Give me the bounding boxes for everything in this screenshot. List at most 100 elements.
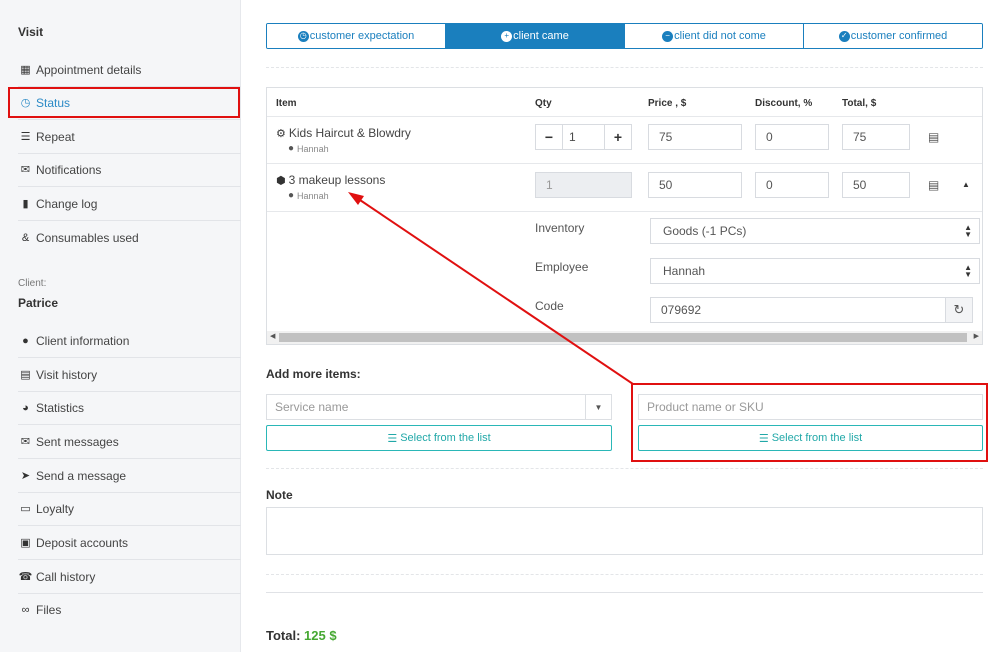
credit-card-icon: ▭ xyxy=(20,503,31,515)
status-tab-client-came[interactable]: + client came xyxy=(445,24,624,48)
item-name-text: 3 makeup lessons xyxy=(288,173,386,187)
price-input[interactable]: 50 xyxy=(648,172,742,198)
status-tab-customer-confirmed[interactable]: ✓ customer confirmed xyxy=(803,24,982,48)
inventory-label: Inventory xyxy=(535,221,585,235)
increment-button[interactable]: + xyxy=(605,125,631,149)
status-tab-label: customer confirmed xyxy=(850,30,948,42)
total-input[interactable]: 50 xyxy=(842,172,910,198)
item-name: ⬢ 3 makeup lessons xyxy=(276,173,385,187)
user-icon: ● xyxy=(288,190,295,201)
discount-input[interactable]: 0 xyxy=(755,124,829,150)
refresh-icon: ↻ xyxy=(953,302,965,317)
pie-chart-icon: ◕ xyxy=(22,401,29,414)
sidebar-item-files[interactable]: ∞ Files xyxy=(18,593,241,627)
select-service-from-list-button[interactable]: ☰ Select from the list xyxy=(266,425,612,451)
sidebar-item-deposit-accounts[interactable]: ▣ Deposit accounts xyxy=(18,526,241,560)
sidebar-item-repeat[interactable]: ☰ Repeat xyxy=(18,120,241,154)
product-name-placeholder: Product name or SKU xyxy=(647,400,764,414)
employee-selected-value: Hannah xyxy=(663,264,706,278)
employee-name: Hannah xyxy=(297,190,329,201)
button-label: Select from the list xyxy=(400,432,491,444)
item-employee: ● Hannah xyxy=(288,190,329,201)
ampersand-icon: & xyxy=(21,232,30,244)
employee-label: Employee xyxy=(535,260,589,274)
note-textarea[interactable] xyxy=(266,507,983,555)
discount-input[interactable]: 0 xyxy=(755,172,829,198)
refresh-code-button[interactable]: ↻ xyxy=(945,297,973,323)
divider xyxy=(266,67,983,68)
sidebar-item-notifications[interactable]: ✉ Notifications xyxy=(18,153,241,187)
column-header-total: Total, $ xyxy=(842,98,877,109)
sidebar-item-label: Change log xyxy=(36,196,98,211)
sidebar-item-label: Loyalty xyxy=(36,501,75,516)
sidebar-item-label: Statistics xyxy=(36,400,85,415)
select-product-from-list-button[interactable]: ☰ Select from the list xyxy=(638,425,983,451)
trash-icon[interactable]: ▤ xyxy=(928,130,939,144)
sidebar-item-appointment-details[interactable]: ▦ Appointment details xyxy=(18,53,241,87)
sidebar-item-sent-messages[interactable]: ✉ Sent messages xyxy=(18,425,241,459)
scroll-left-arrow-icon[interactable]: ◀ xyxy=(270,332,275,340)
sidebar-item-status[interactable]: ◷ Status xyxy=(18,86,241,120)
status-tab-label: client did not come xyxy=(674,30,766,42)
gear-icon: ⚙ xyxy=(276,127,286,140)
list-icon: ☰ xyxy=(20,131,31,143)
chevron-down-icon[interactable]: ▼ xyxy=(585,395,611,419)
scrollbar-thumb[interactable] xyxy=(279,333,967,342)
sidebar-item-call-history[interactable]: ☎ Call history xyxy=(18,560,241,594)
status-tab-label: client came xyxy=(513,30,569,42)
sidebar-item-label: Deposit accounts xyxy=(36,535,129,550)
trash-icon[interactable]: ▤ xyxy=(928,178,939,192)
check-circle-icon: ✓ xyxy=(838,30,850,42)
visit-status-tabs: ◷ customer expectation + client came − c… xyxy=(266,23,983,49)
quantity-value[interactable]: 1 xyxy=(562,125,605,149)
user-icon: ● xyxy=(22,334,29,347)
clock-icon: ◷ xyxy=(297,30,309,42)
visit-total: Total: 125 $ xyxy=(266,628,337,643)
row-divider xyxy=(267,211,982,212)
service-name-placeholder: Service name xyxy=(275,400,349,414)
sidebar-item-client-information[interactable]: ● Client information xyxy=(18,324,241,358)
collapse-caret-icon[interactable]: ▲ xyxy=(962,180,970,189)
product-name-input[interactable]: Product name or SKU xyxy=(638,394,983,420)
status-tab-client-did-not-come[interactable]: − client did not come xyxy=(624,24,803,48)
minus-circle-icon: − xyxy=(662,30,674,42)
code-label: Code xyxy=(535,299,564,313)
horizontal-scrollbar[interactable]: ◀ ▶ xyxy=(267,331,982,344)
price-input[interactable]: 75 xyxy=(648,124,742,150)
sidebar-item-statistics[interactable]: ◕ Statistics xyxy=(18,391,241,425)
quantity-stepper[interactable]: − 1 + xyxy=(535,124,632,150)
code-input[interactable]: 079692 xyxy=(650,297,946,323)
service-name-input[interactable]: Service name ▼ xyxy=(266,394,612,420)
sidebar-item-loyalty[interactable]: ▭ Loyalty xyxy=(18,492,241,526)
status-tab-label: customer expectation xyxy=(309,30,415,42)
comments-icon: ✉ xyxy=(20,164,31,176)
button-label: Select from the list xyxy=(771,432,863,444)
calendar-icon: ▦ xyxy=(20,64,31,76)
item-name: ⚙ Kids Haircut & Blowdry xyxy=(276,126,411,140)
divider xyxy=(266,592,983,593)
sidebar-item-send-a-message[interactable]: ➤ Send a message xyxy=(18,459,241,493)
sidebar-item-consumables-used[interactable]: & Consumables used xyxy=(18,221,241,255)
decrement-button[interactable]: − xyxy=(536,125,562,149)
column-header-price: Price , $ xyxy=(648,98,687,109)
main-content: ◷ customer expectation + client came − c… xyxy=(241,0,1000,652)
status-tab-customer-expectation[interactable]: ◷ customer expectation xyxy=(267,24,445,48)
row-divider xyxy=(267,116,982,117)
document-icon: ▮ xyxy=(22,198,29,210)
sidebar-item-visit-history[interactable]: ▤ Visit history xyxy=(18,358,241,392)
items-table: Item Qty Price , $ Discount, % Total, $ … xyxy=(266,87,983,345)
scroll-right-arrow-icon[interactable]: ▶ xyxy=(974,332,979,340)
sidebar-item-label: Status xyxy=(36,95,71,110)
quantity-input-disabled: 1 xyxy=(535,172,632,198)
sidebar: Visit ▦ Appointment details ◷ Status ☰ R… xyxy=(0,0,241,652)
inventory-select[interactable]: Goods (-1 PCs) ▲ ▼ xyxy=(650,218,980,244)
row-divider xyxy=(267,163,982,164)
employee-select[interactable]: Hannah ▲ ▼ xyxy=(650,258,980,284)
user-icon: ● xyxy=(288,143,295,154)
sidebar-item-change-log[interactable]: ▮ Change log xyxy=(18,187,241,221)
sidebar-item-label: Notifications xyxy=(36,162,102,177)
box-icon: ⬢ xyxy=(276,174,286,187)
total-input[interactable]: 75 xyxy=(842,124,910,150)
item-employee: ● Hannah xyxy=(288,143,329,154)
sidebar-item-label: Files xyxy=(36,603,62,617)
